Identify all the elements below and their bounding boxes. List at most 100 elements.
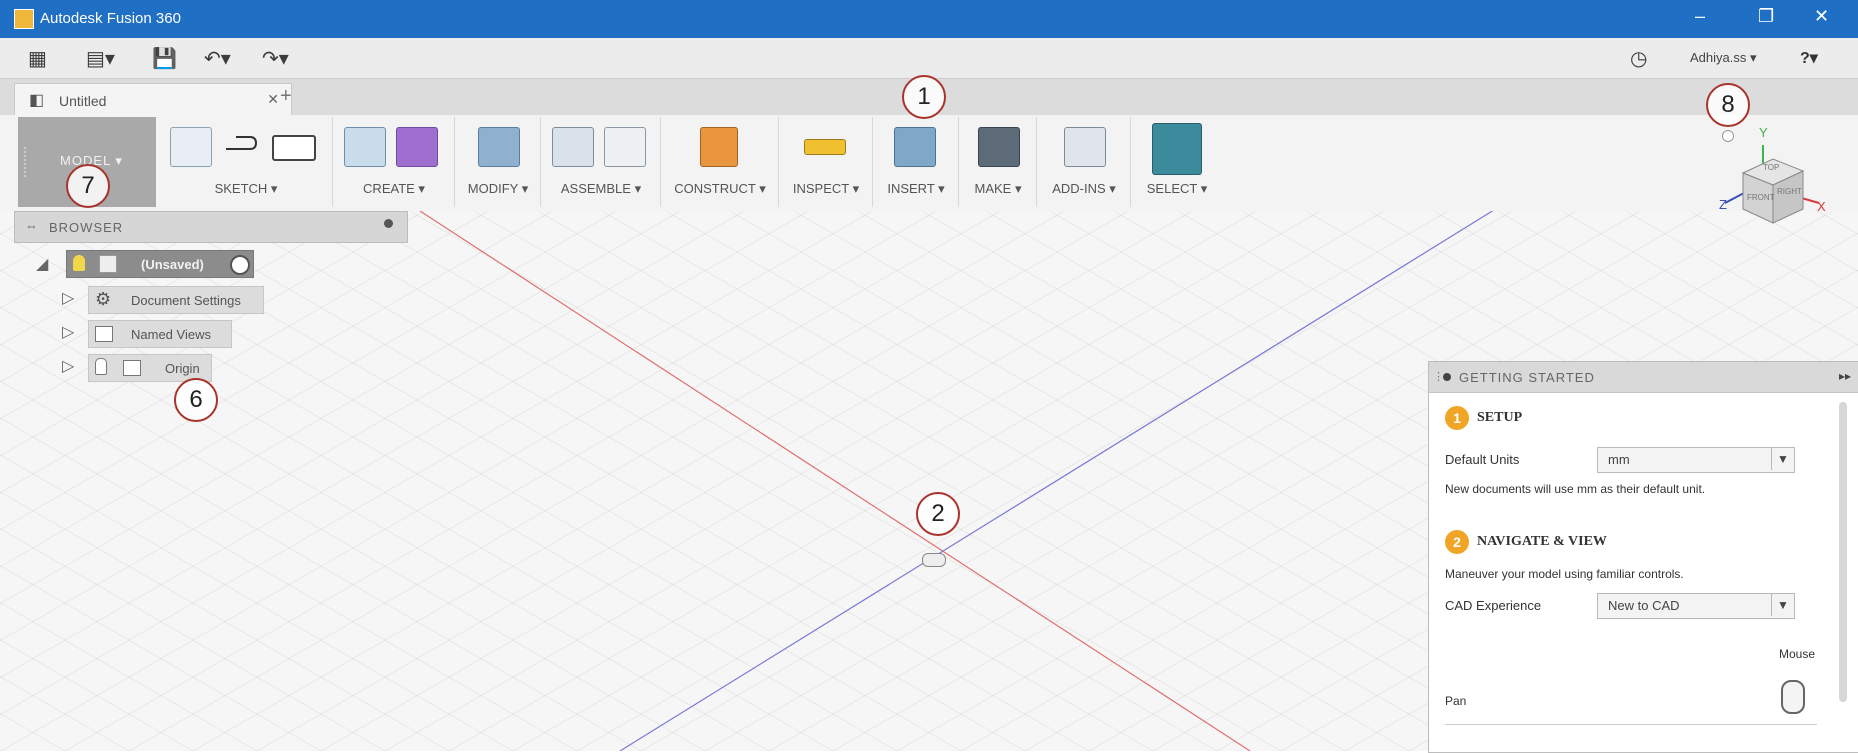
viewcube[interactable]: Y Z X TOP FRONT RIGHT xyxy=(1719,125,1826,235)
new-tab-button[interactable]: + xyxy=(280,85,292,108)
units-note: New documents will use mm as their defau… xyxy=(1445,482,1706,496)
insert-group[interactable]: INSERT ▾ xyxy=(874,117,959,207)
construct-group[interactable]: CONSTRUCT ▾ xyxy=(662,117,779,207)
document-settings-expand-icon[interactable]: ▷ xyxy=(62,288,74,308)
getting-started-panel: ⋮ GETTING STARTED ▸▸ 1 SETUP Default Uni… xyxy=(1428,361,1858,753)
cube-top-face[interactable]: TOP xyxy=(1763,163,1779,172)
mouse-pan-icon xyxy=(1781,680,1805,714)
make-group[interactable]: MAKE ▾ xyxy=(960,117,1037,207)
select-tool-icon[interactable] xyxy=(1152,123,1202,175)
annotation-marker-6: 6 xyxy=(174,378,218,422)
new-component-icon[interactable] xyxy=(552,127,594,167)
annotation-marker-2: 2 xyxy=(916,492,960,536)
help-menu[interactable]: ?▾ xyxy=(1800,48,1818,68)
browser-item-document-settings[interactable]: ⚙ Document Settings xyxy=(88,286,264,314)
origin-point-icon xyxy=(922,553,946,567)
light-bulb-icon[interactable] xyxy=(95,358,107,375)
panel-pin-icon[interactable] xyxy=(1443,373,1451,381)
browser-item-named-views[interactable]: Named Views xyxy=(88,320,232,348)
rectangle-tool-icon[interactable] xyxy=(272,135,316,161)
cube-front-face[interactable]: FRONT xyxy=(1747,193,1775,202)
cad-experience-label: CAD Experience xyxy=(1445,598,1542,613)
tab-close-icon[interactable]: ✕ xyxy=(267,91,279,108)
component-icon xyxy=(99,255,117,273)
cad-experience-select[interactable]: New to CAD ▼ xyxy=(1597,593,1795,619)
modify-group[interactable]: MODIFY ▾ xyxy=(456,117,541,207)
scripts-add-ins-icon[interactable] xyxy=(1064,127,1106,167)
tab-label: Untitled xyxy=(59,93,107,109)
default-units-dropdown-icon[interactable]: ▼ xyxy=(1771,448,1794,470)
gear-icon: ⚙ xyxy=(95,289,112,309)
user-account-menu[interactable]: Adhiya.ss ▾ xyxy=(1690,50,1757,66)
file-menu-icon[interactable]: ▤▾ xyxy=(86,46,115,71)
setup-heading: SETUP xyxy=(1477,410,1523,425)
document-settings-label: Document Settings xyxy=(131,293,241,308)
browser-root-node[interactable]: (Unsaved) xyxy=(66,250,254,278)
root-node-label: (Unsaved) xyxy=(141,257,204,272)
origin-label: Origin xyxy=(165,361,200,376)
getting-started-title: GETTING STARTED xyxy=(1459,370,1595,385)
offset-plane-icon[interactable] xyxy=(700,127,738,167)
create-group[interactable]: CREATE ▾ xyxy=(334,117,455,207)
job-status-clock-icon[interactable]: ◷ xyxy=(1630,46,1647,71)
default-units-select[interactable]: mm ▼ xyxy=(1597,447,1795,473)
extrude-icon[interactable] xyxy=(344,127,386,167)
getting-started-header[interactable]: ⋮ GETTING STARTED ▸▸ xyxy=(1429,362,1858,393)
inspect-group-label: INSPECT ▾ xyxy=(792,181,860,196)
joint-icon[interactable] xyxy=(604,127,646,167)
insert-image-icon[interactable] xyxy=(894,127,936,167)
browser-pin-icon[interactable] xyxy=(384,219,393,228)
redo-icon[interactable]: ↷▾ xyxy=(262,46,289,71)
3d-print-icon[interactable] xyxy=(978,127,1020,167)
press-pull-icon[interactable] xyxy=(478,127,520,167)
modify-group-label: MODIFY ▾ xyxy=(467,181,529,196)
pan-label: Pan xyxy=(1445,694,1467,708)
axis-y-label: Y xyxy=(1759,125,1768,140)
line-tool-icon[interactable] xyxy=(220,127,260,165)
quick-access-toolbar: ▦ ▤▾ 💾 ↶▾ ↷▾ ◷ Adhiya.ss ▾ ?▾ xyxy=(0,38,1858,79)
panel-scrollbar[interactable] xyxy=(1839,402,1847,702)
named-views-expand-icon[interactable]: ▷ xyxy=(62,322,74,342)
cad-experience-dropdown-icon[interactable]: ▼ xyxy=(1771,594,1794,616)
grip-handle xyxy=(24,147,29,177)
fusion-app-icon xyxy=(14,9,34,29)
window-title: Autodesk Fusion 360 xyxy=(40,10,181,27)
collapse-panel-icon[interactable]: ▸▸ xyxy=(1839,369,1851,383)
root-expand-icon[interactable]: ◢ xyxy=(36,254,48,274)
main-toolbar: MODEL ▾ SKETCH ▾ CREATE ▾ MODIFY ▾ ASSEM… xyxy=(0,115,1858,212)
activate-radio-icon[interactable] xyxy=(230,255,250,275)
collapse-browser-icon[interactable]: ⇔ xyxy=(25,218,38,233)
select-group-label: SELECT ▾ xyxy=(1146,181,1208,196)
assemble-group[interactable]: ASSEMBLE ▾ xyxy=(542,117,661,207)
minimize-button[interactable]: – xyxy=(1695,6,1705,27)
visibility-bulb-icon[interactable] xyxy=(73,255,85,271)
cube-right-face[interactable]: RIGHT xyxy=(1777,187,1802,196)
create-group-label: CREATE ▾ xyxy=(363,181,425,196)
tab-untitled[interactable]: ◧ Untitled ✕ xyxy=(14,83,292,116)
sketch-group-label: SKETCH ▾ xyxy=(214,181,278,196)
home-view-icon[interactable] xyxy=(1722,130,1734,142)
make-group-label: MAKE ▾ xyxy=(974,181,1022,196)
origin-folder-icon xyxy=(123,360,141,376)
insert-group-label: INSERT ▾ xyxy=(887,181,945,196)
construct-group-label: CONSTRUCT ▾ xyxy=(674,181,766,196)
add-ins-group[interactable]: ADD-INS ▾ xyxy=(1038,117,1131,207)
select-group[interactable]: SELECT ▾ xyxy=(1132,117,1222,207)
undo-icon[interactable]: ↶▾ xyxy=(204,46,231,71)
restore-button[interactable]: ❐ xyxy=(1758,6,1774,27)
annotation-marker-7: 7 xyxy=(66,164,110,208)
sketch-group[interactable]: SKETCH ▾ xyxy=(160,117,333,207)
panel-divider xyxy=(1445,724,1817,725)
named-views-label: Named Views xyxy=(131,327,211,342)
annotation-marker-1: 1 xyxy=(902,75,946,119)
browser-panel-header[interactable]: ⇔ BROWSER xyxy=(14,211,408,243)
data-panel-grid-icon[interactable]: ▦ xyxy=(28,46,47,71)
create-sketch-icon[interactable] xyxy=(170,127,212,167)
measure-icon[interactable] xyxy=(804,139,846,155)
close-button[interactable]: ✕ xyxy=(1814,6,1829,27)
origin-expand-icon[interactable]: ▷ xyxy=(62,356,74,376)
form-sculpt-icon[interactable] xyxy=(396,127,438,167)
inspect-group[interactable]: INSPECT ▾ xyxy=(780,117,873,207)
default-units-value: mm xyxy=(1608,452,1630,467)
save-icon[interactable]: 💾 xyxy=(152,46,177,71)
